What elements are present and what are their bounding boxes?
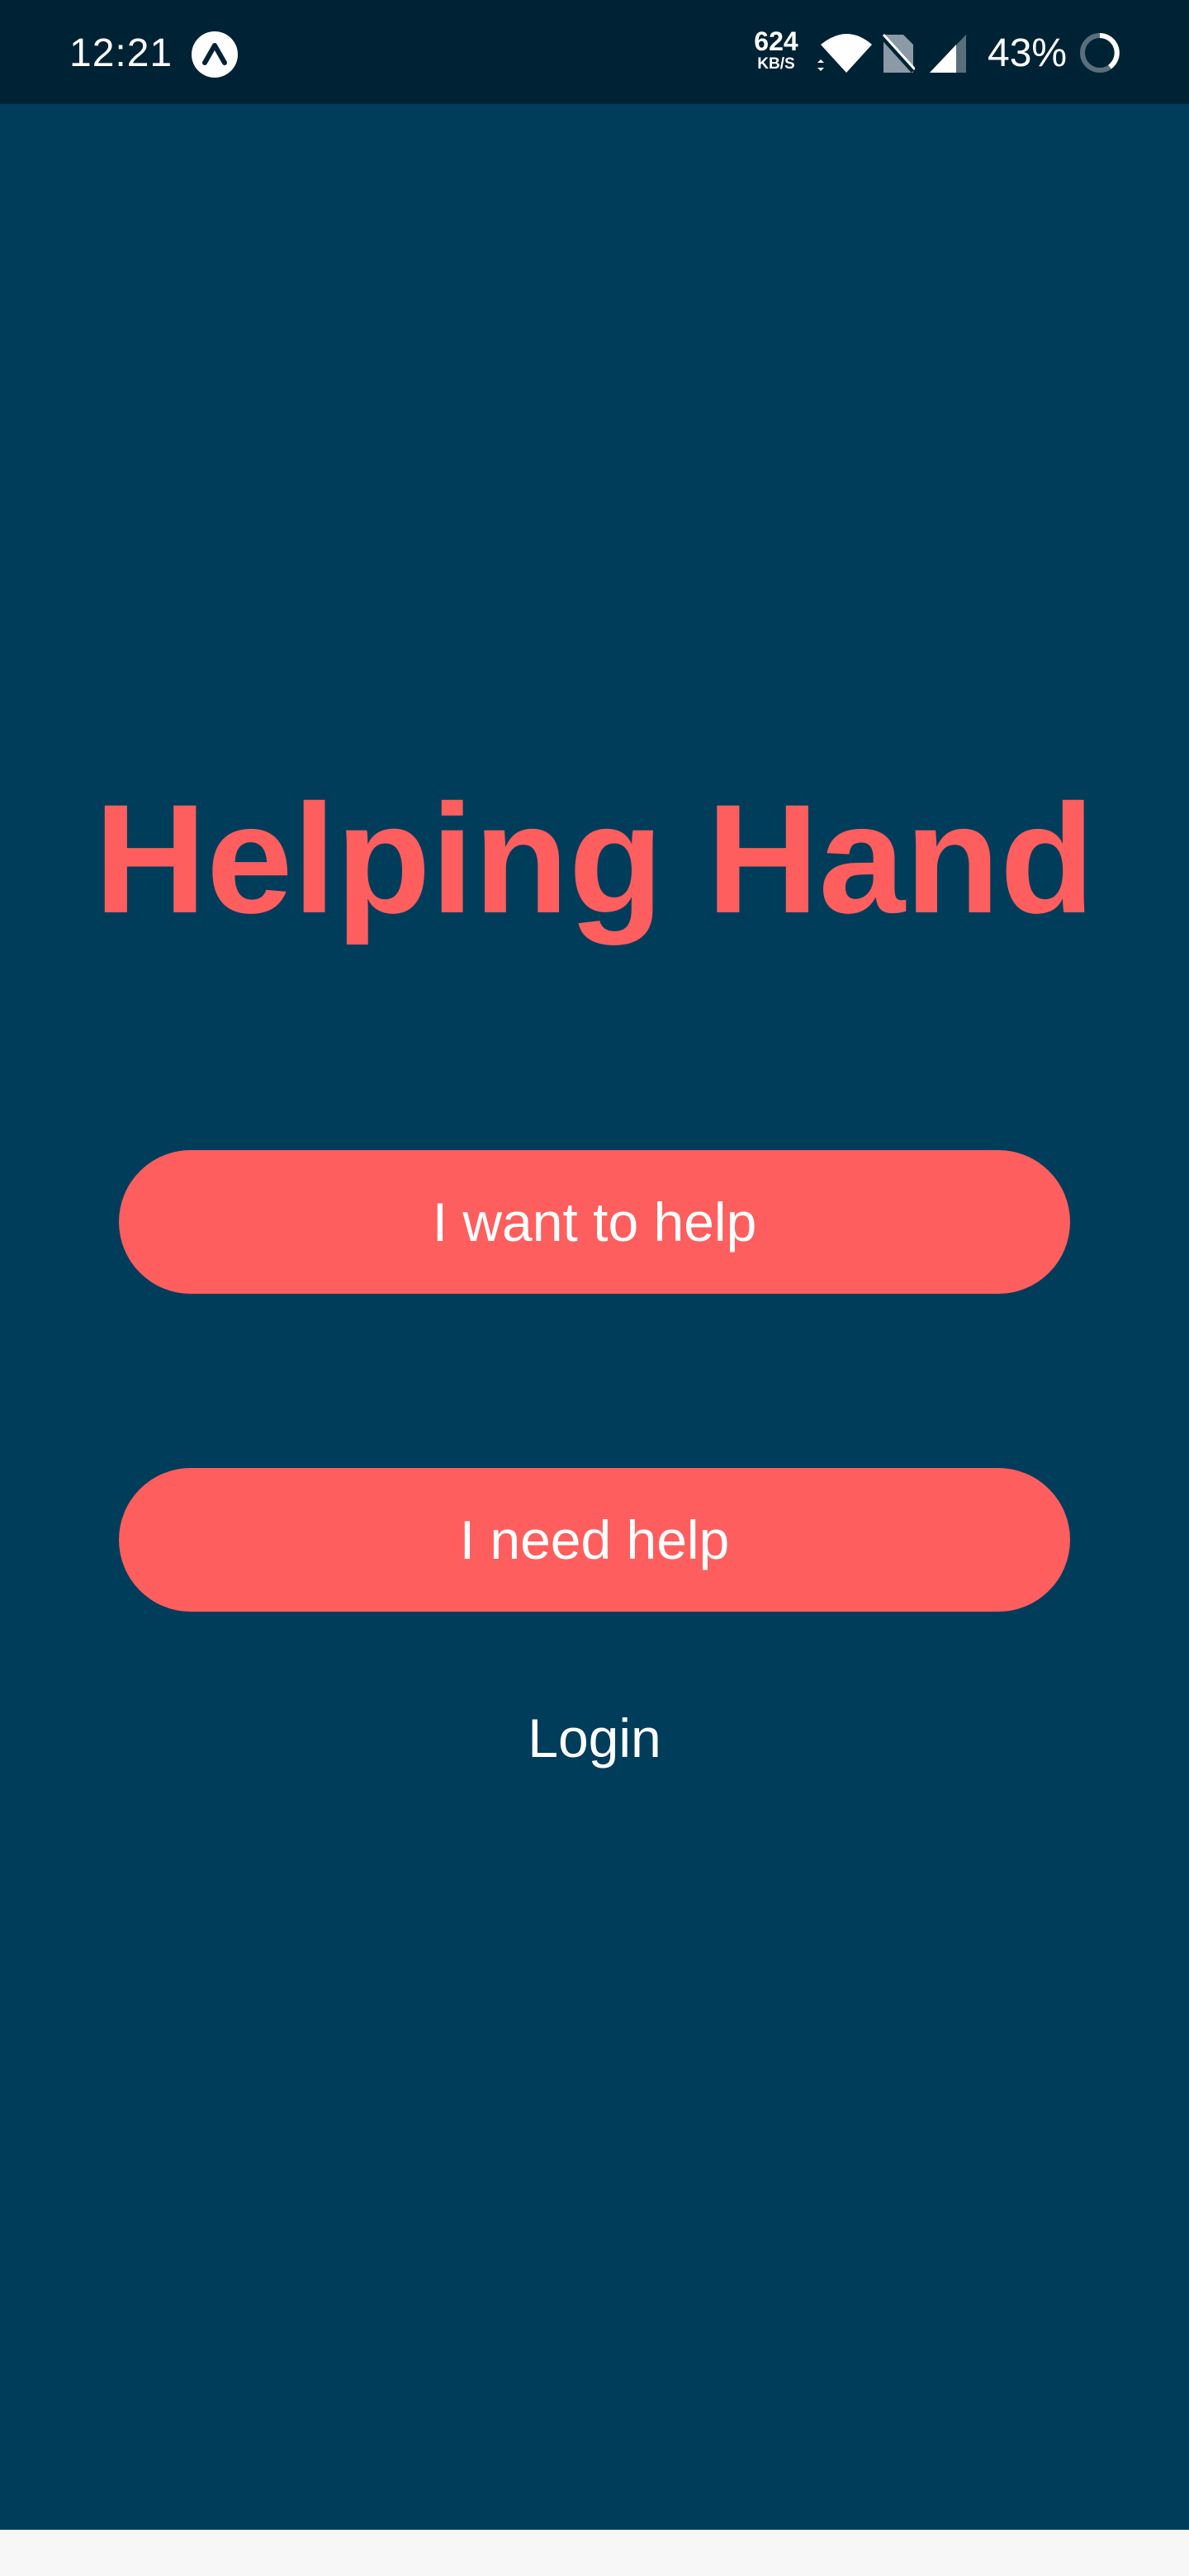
cell-signal-icon bbox=[928, 33, 969, 78]
net-speed-unit: KB/S bbox=[757, 55, 795, 73]
battery-ring-icon bbox=[1077, 30, 1123, 80]
want-to-help-button[interactable]: I want to help bbox=[119, 1150, 1070, 1294]
battery-percent: 43% bbox=[988, 31, 1068, 75]
status-time: 12:21 bbox=[69, 31, 173, 75]
app-title: Helping Hand bbox=[94, 772, 1095, 945]
need-help-button[interactable]: I need help bbox=[119, 1468, 1070, 1612]
login-link[interactable]: Login bbox=[0, 1701, 1189, 1775]
net-speed-value: 624 bbox=[754, 26, 798, 56]
wifi-icon bbox=[816, 30, 874, 82]
navigation-bar bbox=[0, 2530, 1189, 2576]
net-speed-indicator: 624 KB/S bbox=[743, 28, 809, 72]
status-bar: 12:21 624 KB/S 43% bbox=[0, 0, 1189, 104]
no-sim-icon bbox=[879, 33, 917, 78]
expo-icon bbox=[192, 31, 238, 78]
